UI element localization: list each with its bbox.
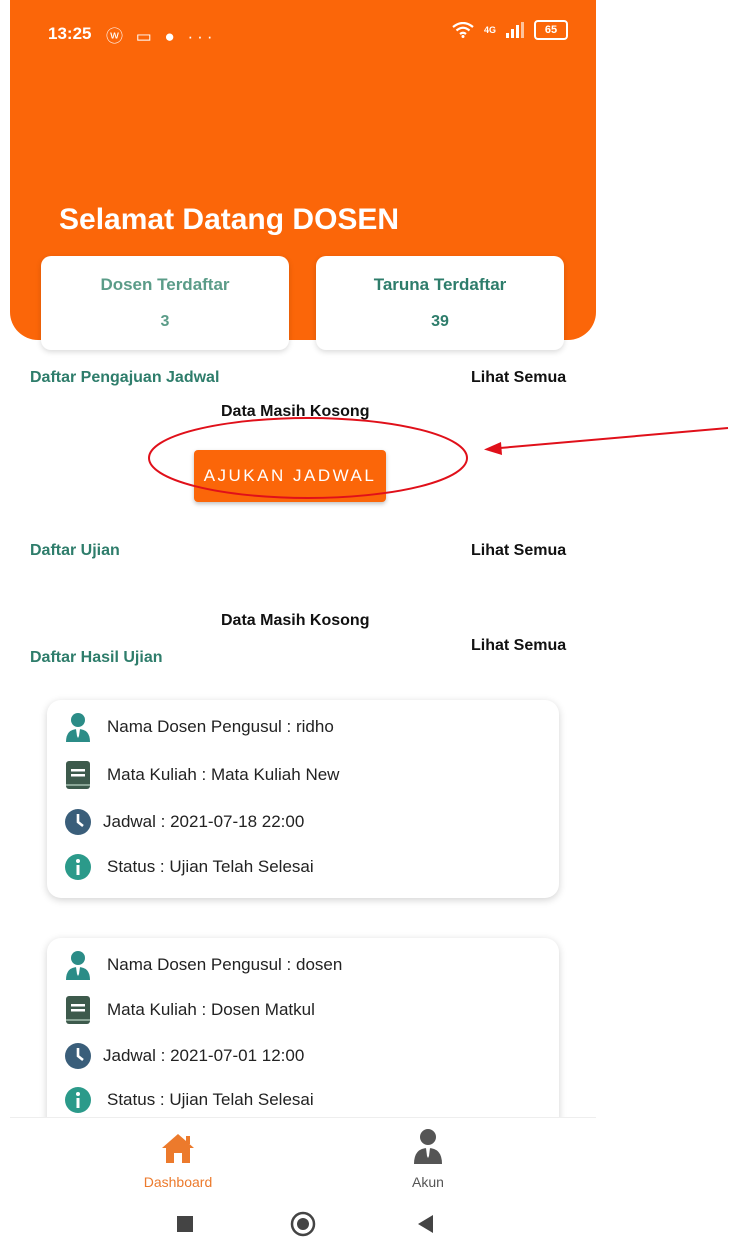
info-icon (63, 1085, 93, 1115)
section-title-ujian: Daftar Ujian (30, 542, 120, 559)
result-status: Status : Ujian Telah Selesai (107, 857, 314, 876)
nav-item-akun[interactable]: Akun (348, 1118, 508, 1204)
home-icon (162, 1134, 194, 1163)
result-card[interactable]: Nama Dosen Pengusul : ridho Mata Kuliah … (47, 700, 559, 898)
stat-card-taruna[interactable]: Taruna Terdaftar 39 (316, 256, 564, 350)
status-right: 4G 65 (452, 20, 568, 40)
section-title-hasil: Daftar Hasil Ujian (30, 649, 163, 666)
stat-value-taruna: 39 (431, 313, 449, 330)
book-icon (63, 995, 93, 1025)
clock-icon (63, 1041, 93, 1071)
person-icon (63, 950, 93, 980)
ajukan-jadwal-button[interactable]: AJUKAN JADWAL (194, 450, 386, 502)
bottom-nav: Dashboard Akun (10, 1117, 596, 1204)
result-jadwal-row: Jadwal : 2021-07-01 12:00 (63, 1041, 304, 1071)
result-jadwal: Jadwal : 2021-07-18 22:00 (103, 812, 305, 831)
user-icon (414, 1129, 442, 1164)
info-icon (63, 852, 93, 882)
result-status: Status : Ujian Telah Selesai (107, 1090, 314, 1109)
see-all-ujian[interactable]: Lihat Semua (471, 542, 566, 560)
status-bar: 13:25 ⓦ ▭ ● ··· 4G 65 (10, 0, 596, 66)
result-dosen: Nama Dosen Pengusul : dosen (107, 955, 343, 974)
section-title-pengajuan: Daftar Pengajuan Jadwal (30, 369, 220, 386)
back-icon[interactable] (415, 1213, 435, 1235)
see-all-pengajuan[interactable]: Lihat Semua (471, 369, 566, 387)
system-nav-bar (10, 1203, 596, 1247)
notification-icons: ⓦ ▭ ● ··· (106, 27, 217, 46)
nav-item-dashboard[interactable]: Dashboard (98, 1118, 258, 1204)
result-jadwal-row: Jadwal : 2021-07-18 22:00 (63, 807, 304, 837)
battery-icon: 65 (534, 20, 568, 40)
empty-text-pengajuan: Data Masih Kosong (221, 403, 370, 420)
result-card[interactable]: Nama Dosen Pengusul : dosen Mata Kuliah … (47, 938, 559, 1138)
result-jadwal: Jadwal : 2021-07-01 12:00 (103, 1046, 305, 1065)
nav-label-dashboard: Dashboard (143, 1174, 213, 1190)
stat-value-dosen: 3 (160, 313, 170, 330)
stat-label-dosen: Dosen Terdaftar (100, 275, 230, 294)
nav-label-akun: Akun (412, 1174, 444, 1190)
result-matkul: Mata Kuliah : Dosen Matkul (107, 1000, 315, 1019)
clock-icon (63, 807, 93, 837)
result-matkul: Mata Kuliah : Mata Kuliah New (107, 765, 340, 784)
result-status-row: Status : Ujian Telah Selesai (63, 1085, 314, 1115)
result-status-row: Status : Ujian Telah Selesai (63, 852, 314, 882)
welcome-title: Selamat Datang DOSEN (59, 203, 400, 236)
result-dosen: Nama Dosen Pengusul : ridho (107, 717, 334, 736)
status-time: 13:25 (48, 24, 92, 43)
recents-icon[interactable] (175, 1214, 195, 1234)
result-matkul-row: Mata Kuliah : Mata Kuliah New (63, 760, 339, 790)
stat-card-dosen[interactable]: Dosen Terdaftar 3 (41, 256, 289, 350)
see-all-hasil[interactable]: Lihat Semua (471, 637, 566, 655)
phone-screen: 13:25 ⓦ ▭ ● ··· 4G 65 Selamat Datang DOS… (10, 0, 596, 1247)
network-label: 4G (483, 25, 496, 35)
person-icon (63, 712, 93, 742)
stat-label-taruna: Taruna Terdaftar (373, 275, 507, 294)
home-button-icon[interactable] (290, 1211, 316, 1237)
result-dosen-row: Nama Dosen Pengusul : ridho (63, 712, 334, 742)
book-icon (63, 760, 93, 790)
result-matkul-row: Mata Kuliah : Dosen Matkul (63, 995, 315, 1025)
wifi-icon (452, 22, 474, 38)
signal-icon (506, 22, 524, 38)
result-dosen-row: Nama Dosen Pengusul : dosen (63, 950, 342, 980)
empty-text-ujian: Data Masih Kosong (221, 612, 370, 629)
